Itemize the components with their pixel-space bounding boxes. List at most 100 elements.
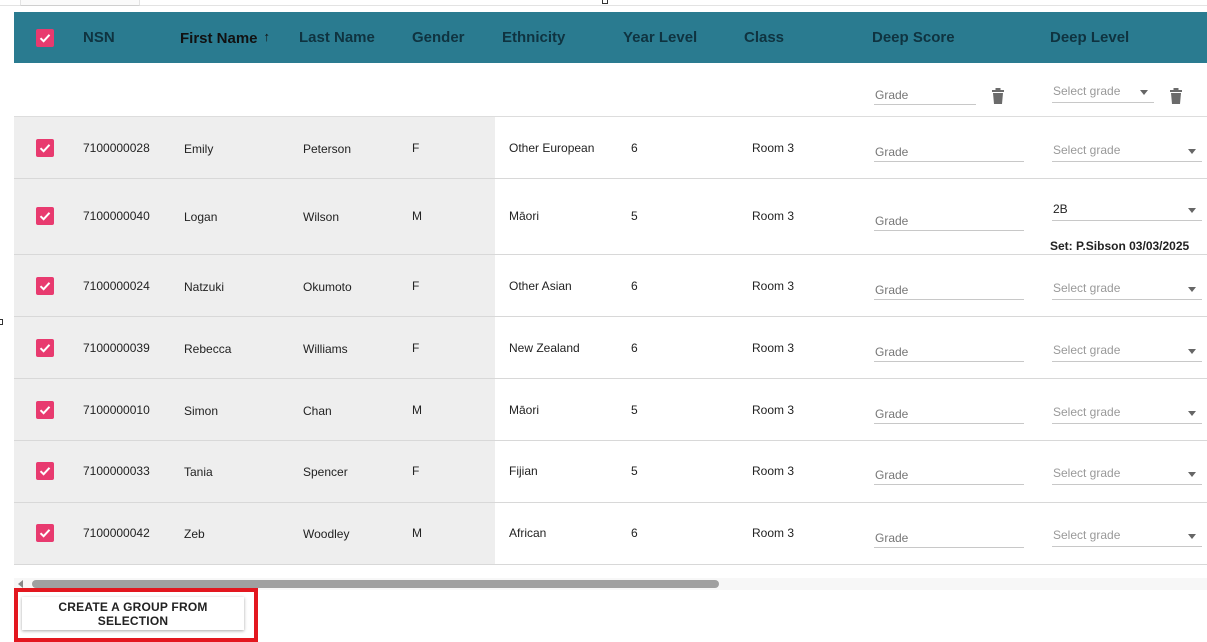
deep-score-filter-input[interactable]: Grade bbox=[874, 81, 976, 105]
deep-level-select[interactable]: Select grade bbox=[1052, 276, 1202, 300]
deep-level-select[interactable]: 2B bbox=[1052, 197, 1202, 221]
check-icon bbox=[39, 282, 51, 291]
deep-level-filter-select[interactable]: Select grade bbox=[1052, 79, 1154, 103]
deep-score-input[interactable]: Grade bbox=[874, 138, 1024, 162]
grade-set-note: Set: P.Sibson 03/03/2025 bbox=[1050, 239, 1190, 253]
row-checkbox[interactable] bbox=[36, 401, 54, 419]
class-cell: Room 3 bbox=[752, 526, 795, 540]
table-row[interactable]: 7100000033 Tania Spencer F Fijian 5 Room… bbox=[14, 441, 1207, 503]
table-header: NSN First Name ↑ Last Name Gender Ethnici… bbox=[14, 12, 1207, 63]
select-all-checkbox[interactable] bbox=[36, 29, 54, 47]
class-cell: Room 3 bbox=[752, 279, 795, 293]
last-name-cell: Spencer bbox=[303, 465, 348, 479]
column-header-first-name[interactable]: First Name ↑ bbox=[180, 29, 270, 47]
check-icon bbox=[39, 344, 51, 353]
top-tab-edge bbox=[20, 0, 140, 6]
ethnicity-cell: New Zealand bbox=[509, 341, 580, 355]
check-icon bbox=[39, 144, 51, 153]
deep-level-select[interactable]: Select grade bbox=[1052, 338, 1202, 362]
last-name-cell: Williams bbox=[303, 342, 348, 356]
deep-level-value: Select grade bbox=[1053, 405, 1121, 419]
gender-cell: F bbox=[412, 141, 420, 155]
column-header-ethnicity[interactable]: Ethnicity bbox=[502, 29, 565, 46]
nsn-cell: 7100000024 bbox=[83, 279, 150, 293]
nsn-cell: 7100000010 bbox=[83, 403, 150, 417]
first-name-cell: Logan bbox=[184, 210, 218, 224]
table-row[interactable]: 7100000042 Zeb Woodley M African 6 Room … bbox=[14, 503, 1207, 565]
deep-level-value: Select grade bbox=[1053, 528, 1121, 542]
year-level-cell: 5 bbox=[631, 403, 638, 417]
chevron-down-icon bbox=[1188, 287, 1196, 292]
row-checkbox[interactable] bbox=[36, 524, 54, 542]
gender-cell: M bbox=[412, 526, 422, 540]
last-name-cell: Peterson bbox=[303, 142, 352, 156]
column-header-nsn[interactable]: NSN bbox=[83, 29, 115, 46]
delete-level-filter-icon[interactable] bbox=[1169, 87, 1183, 105]
table-row[interactable]: 7100000040 Logan Wilson M Māori 5 Room 3… bbox=[14, 179, 1207, 255]
table-row[interactable]: 7100000028 Emily Peterson F Other Europe… bbox=[14, 117, 1207, 179]
deep-level-filter-value: Select grade bbox=[1053, 84, 1121, 98]
column-header-deep-score[interactable]: Deep Score bbox=[872, 29, 955, 46]
deep-level-value: Select grade bbox=[1053, 466, 1121, 480]
deep-score-input[interactable]: Grade bbox=[874, 276, 1024, 300]
table-row[interactable]: 7100000039 Rebecca Williams F New Zealan… bbox=[14, 317, 1207, 379]
deep-level-value: Select grade bbox=[1053, 343, 1121, 357]
check-icon bbox=[39, 34, 51, 43]
year-level-cell: 5 bbox=[631, 209, 638, 223]
deep-score-input[interactable]: Grade bbox=[874, 207, 1024, 231]
deep-level-select[interactable]: Select grade bbox=[1052, 400, 1202, 424]
resize-handle-top[interactable] bbox=[602, 0, 608, 4]
top-divider bbox=[0, 5, 1207, 6]
column-header-year-level[interactable]: Year Level bbox=[623, 29, 697, 46]
gender-cell: F bbox=[412, 464, 420, 478]
scrollbar-thumb[interactable] bbox=[32, 580, 719, 588]
resize-handle-left[interactable] bbox=[0, 319, 3, 325]
nsn-cell: 7100000028 bbox=[83, 141, 150, 155]
column-header-class[interactable]: Class bbox=[744, 29, 784, 46]
year-level-cell: 6 bbox=[631, 341, 638, 355]
year-level-cell: 5 bbox=[631, 464, 638, 478]
first-name-cell: Natzuki bbox=[184, 280, 225, 294]
row-checkbox[interactable] bbox=[36, 277, 54, 295]
column-header-gender[interactable]: Gender bbox=[412, 29, 465, 46]
last-name-cell: Okumoto bbox=[303, 280, 352, 294]
column-header-deep-level[interactable]: Deep Level bbox=[1050, 29, 1129, 46]
deep-score-input[interactable]: Grade bbox=[874, 461, 1024, 485]
ethnicity-cell: Māori bbox=[509, 403, 540, 417]
gender-cell: M bbox=[412, 209, 422, 223]
row-checkbox[interactable] bbox=[36, 339, 54, 357]
sort-ascending-icon[interactable]: ↑ bbox=[264, 29, 271, 44]
deep-score-input[interactable]: Grade bbox=[874, 524, 1024, 548]
ethnicity-cell: Other Asian bbox=[509, 279, 572, 293]
first-name-cell: Zeb bbox=[184, 527, 205, 541]
year-level-cell: 6 bbox=[631, 279, 638, 293]
deep-level-value: Select grade bbox=[1053, 143, 1121, 157]
scroll-left-icon[interactable] bbox=[18, 580, 23, 588]
chevron-down-icon bbox=[1188, 149, 1196, 154]
row-checkbox[interactable] bbox=[36, 462, 54, 480]
deep-level-select[interactable]: Select grade bbox=[1052, 523, 1202, 547]
deep-score-input[interactable]: Grade bbox=[874, 338, 1024, 362]
gender-cell: M bbox=[412, 403, 422, 417]
deep-level-select[interactable]: Select grade bbox=[1052, 138, 1202, 162]
gender-cell: F bbox=[412, 341, 420, 355]
table-row[interactable]: 7100000010 Simon Chan M Māori 5 Room 3 G… bbox=[14, 379, 1207, 441]
first-name-cell: Rebecca bbox=[184, 342, 232, 356]
create-group-button[interactable]: CREATE A GROUP FROM SELECTION bbox=[22, 597, 244, 630]
row-checkbox[interactable] bbox=[36, 139, 54, 157]
deep-score-input[interactable]: Grade bbox=[874, 400, 1024, 424]
class-cell: Room 3 bbox=[752, 464, 795, 478]
delete-score-filter-icon[interactable] bbox=[991, 87, 1005, 105]
deep-level-value: Select grade bbox=[1053, 281, 1121, 295]
deep-level-select[interactable]: Select grade bbox=[1052, 461, 1202, 485]
last-name-cell: Chan bbox=[303, 404, 332, 418]
class-cell: Room 3 bbox=[752, 141, 795, 155]
last-name-cell: Woodley bbox=[303, 527, 350, 541]
class-cell: Room 3 bbox=[752, 209, 795, 223]
column-header-last-name[interactable]: Last Name bbox=[299, 29, 375, 46]
chevron-down-icon bbox=[1188, 349, 1196, 354]
row-checkbox[interactable] bbox=[36, 207, 54, 225]
ethnicity-cell: Māori bbox=[509, 209, 540, 223]
table-row[interactable]: 7100000024 Natzuki Okumoto F Other Asian… bbox=[14, 255, 1207, 317]
class-cell: Room 3 bbox=[752, 341, 795, 355]
